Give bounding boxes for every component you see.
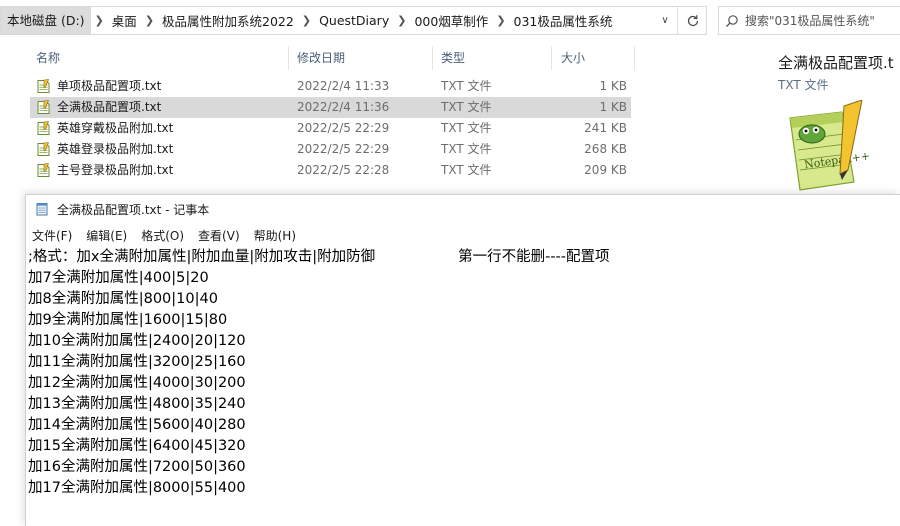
notepad-titlebar[interactable]: 全满极品配置项.txt - 记事本 (26, 195, 900, 223)
menu-edit[interactable]: 编辑(E) (86, 227, 127, 244)
chevron-right-icon[interactable]: ❯ (91, 14, 108, 27)
breadcrumb-item-system[interactable]: 极品属性附加系统2022 (158, 11, 298, 30)
preview-pane: 全满极品配置项.t TXT 文件 Notepad++ (770, 40, 900, 195)
notepad-plus-plus-icon: Notepad++ (789, 100, 871, 191)
text-file-icon (36, 142, 51, 157)
file-date: 2022/2/5 22:28 (297, 163, 390, 177)
file-name: 英雄穿戴极品附加.txt (57, 121, 174, 135)
menu-format[interactable]: 格式(O) (141, 227, 184, 244)
file-date: 2022/2/4 11:33 (297, 79, 390, 93)
text-line: 加16全满附加属性|7200|50|360 (28, 459, 246, 475)
refresh-button[interactable] (677, 7, 707, 34)
column-divider[interactable] (288, 46, 289, 70)
text-line: 加11全满附加属性|3200|25|160 (28, 354, 246, 370)
menu-view[interactable]: 查看(V) (198, 227, 240, 244)
file-row[interactable]: 全满极品配置项.txt 2022/2/4 11:36 TXT 文件 1 KB (30, 97, 631, 118)
column-divider[interactable] (551, 46, 552, 70)
text-line: 加10全满附加属性|2400|20|120 (28, 333, 246, 349)
column-headers: 名称 修改日期 类型 大小 (30, 44, 750, 72)
chevron-right-icon[interactable]: ❯ (492, 14, 509, 27)
text-line: ;格式：加x全满附加属性|附加血量|附加攻击|附加防御 第一行不能删----配置… (28, 249, 610, 265)
search-input[interactable]: 搜索"031极品属性系统" (718, 6, 900, 35)
file-name: 全满极品配置项.txt (57, 100, 162, 114)
breadcrumb-item-desktop[interactable]: 桌面 (108, 11, 141, 30)
file-type: TXT 文件 (441, 121, 492, 135)
file-type: TXT 文件 (441, 163, 492, 177)
column-header-date[interactable]: 修改日期 (297, 44, 345, 72)
chevron-right-icon[interactable]: ❯ (393, 14, 410, 27)
file-type: TXT 文件 (441, 100, 492, 114)
file-size: 241 KB (584, 121, 627, 135)
text-file-icon (36, 163, 51, 178)
breadcrumb-item-questdiary[interactable]: QuestDiary (315, 13, 393, 28)
address-bar[interactable]: 本地磁盘 (D:) ❯ 桌面 ❯ 极品属性附加系统2022 ❯ QuestDia… (0, 6, 707, 35)
file-size: 209 KB (584, 163, 627, 177)
notepad-window: 全满极品配置项.txt - 记事本 文件(F) 编辑(E) 格式(O) 查看(V… (25, 194, 900, 526)
text-file-icon (36, 79, 51, 94)
notepad-menubar: 文件(F) 编辑(E) 格式(O) 查看(V) 帮助(H) (26, 225, 304, 245)
file-row[interactable]: 英雄穿戴极品附加.txt 2022/2/5 22:29 TXT 文件 241 KB (30, 118, 631, 139)
file-row[interactable]: 主号登录极品附加.txt 2022/2/5 22:28 TXT 文件 209 KB (30, 160, 631, 181)
search-placeholder: 搜索"031极品属性系统" (745, 14, 875, 28)
chevron-right-icon[interactable]: ❯ (298, 14, 315, 27)
file-name: 单项极品配置项.txt (57, 79, 162, 93)
preview-file-name: 全满极品配置项.t (778, 54, 894, 72)
file-list: 单项极品配置项.txt 2022/2/4 11:33 TXT 文件 1 KB 全满极品配… (30, 76, 631, 181)
chevron-down-icon[interactable]: ∨ (653, 7, 677, 34)
text-line: 加13全满附加属性|4800|35|240 (28, 396, 246, 412)
file-date: 2022/2/4 11:36 (297, 100, 390, 114)
notepad-title: 全满极品配置项.txt - 记事本 (57, 202, 210, 217)
breadcrumb-item-current[interactable]: 031极品属性系统 (510, 11, 617, 30)
text-line: 加8全满附加属性|800|10|40 (28, 291, 218, 307)
text-file-icon (36, 121, 51, 136)
file-type: TXT 文件 (441, 142, 492, 156)
file-date: 2022/2/5 22:29 (297, 142, 390, 156)
preview-file-type: TXT 文件 (778, 78, 829, 92)
refresh-icon (687, 14, 698, 26)
file-name: 英雄登录极品附加.txt (57, 142, 174, 156)
notepad-text-area[interactable]: ;格式：加x全满附加属性|附加血量|附加攻击|附加防御 第一行不能删----配置… (28, 247, 898, 525)
file-name: 主号登录极品附加.txt (57, 163, 174, 177)
file-size: 1 KB (599, 100, 627, 114)
text-line: 加9全满附加属性|1600|15|80 (28, 312, 228, 328)
file-row[interactable]: 英雄登录极品附加.txt 2022/2/5 22:29 TXT 文件 268 KB (30, 139, 631, 160)
file-type: TXT 文件 (441, 79, 492, 93)
notepad-icon (36, 203, 48, 216)
column-divider[interactable] (634, 46, 635, 70)
column-header-type[interactable]: 类型 (441, 44, 465, 72)
file-date: 2022/2/5 22:29 (297, 121, 390, 135)
column-header-name[interactable]: 名称 (36, 44, 60, 72)
menu-help[interactable]: 帮助(H) (254, 227, 296, 244)
file-size: 1 KB (599, 79, 627, 93)
column-divider[interactable] (432, 46, 433, 70)
chevron-right-icon[interactable]: ❯ (141, 14, 158, 27)
text-line: 加12全满附加属性|4000|30|200 (28, 375, 246, 391)
text-line: 加7全满附加属性|400|5|20 (28, 270, 209, 286)
file-size: 268 KB (584, 142, 627, 156)
breadcrumb-item-tobacco[interactable]: 000烟草制作 (410, 11, 492, 30)
text-line: 加14全满附加属性|5600|40|280 (28, 417, 246, 433)
column-header-size[interactable]: 大小 (561, 44, 585, 72)
file-row[interactable]: 单项极品配置项.txt 2022/2/4 11:33 TXT 文件 1 KB (30, 76, 631, 97)
text-line: 加17全满附加属性|8000|55|400 (28, 480, 246, 496)
text-file-icon (36, 100, 51, 115)
search-icon (719, 14, 745, 28)
breadcrumb-item-drive[interactable]: 本地磁盘 (D:) (1, 7, 91, 34)
menu-file[interactable]: 文件(F) (32, 227, 72, 244)
text-line: 加15全满附加属性|6400|45|320 (28, 438, 246, 454)
